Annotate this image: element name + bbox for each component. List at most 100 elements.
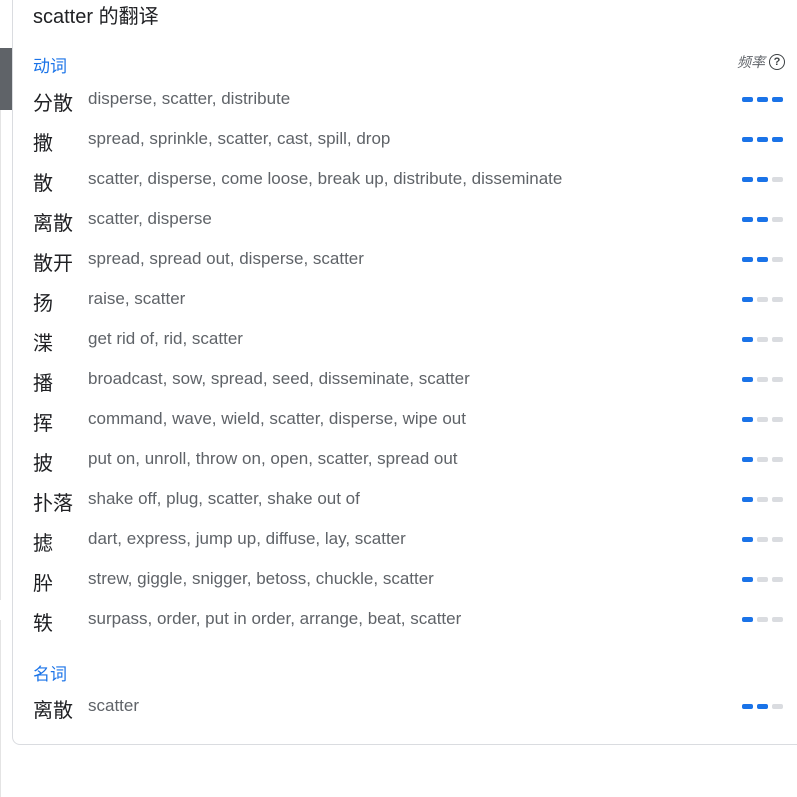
reverse-translations[interactable]: shake off, plug, scatter, shake out of — [88, 489, 360, 509]
translation-row[interactable]: 撒 spread, sprinkle, scatter, cast, spill,… — [0, 119, 797, 159]
frequency-bar — [742, 577, 753, 582]
source-word[interactable]: 播 — [33, 367, 53, 396]
frequency-bar — [772, 457, 783, 462]
frequency-bar — [757, 177, 768, 182]
reverse-translations[interactable]: scatter, disperse — [88, 209, 212, 229]
frequency-bar — [772, 297, 783, 302]
frequency-bar — [742, 704, 753, 709]
reverse-translations[interactable]: scatter, disperse, come loose, break up,… — [88, 169, 562, 189]
frequency-bar — [757, 257, 768, 262]
translation-row[interactable]: 播 broadcast, sow, spread, seed, dissemina… — [0, 359, 797, 399]
frequency-bar — [742, 377, 753, 382]
translation-row[interactable]: 离散 scatter — [0, 686, 797, 726]
translation-row[interactable]: 轶 surpass, order, put in order, arrange, … — [0, 599, 797, 639]
frequency-bar — [772, 577, 783, 582]
frequency-indicator — [742, 217, 783, 222]
frequency-bar — [757, 457, 768, 462]
frequency-bar — [742, 257, 753, 262]
frequency-bar — [742, 537, 753, 542]
frequency-label: 频率 — [737, 54, 765, 70]
source-word[interactable]: 分散 — [33, 87, 73, 116]
reverse-translations[interactable]: spread, sprinkle, scatter, cast, spill, … — [88, 129, 390, 149]
frequency-indicator — [742, 457, 783, 462]
source-word[interactable]: 散开 — [33, 247, 73, 276]
translations-title: scatter 的翻译 — [33, 6, 159, 28]
frequency-bar — [757, 704, 768, 709]
frequency-header: 频率 ? — [737, 52, 785, 72]
reverse-translations[interactable]: dart, express, jump up, diffuse, lay, sc… — [88, 529, 406, 549]
reverse-translations[interactable]: raise, scatter — [88, 289, 185, 309]
source-word[interactable]: 披 — [33, 447, 53, 476]
translation-row[interactable]: 渫 get rid of, rid, scatter — [0, 319, 797, 359]
frequency-bar — [772, 537, 783, 542]
reverse-translations[interactable]: command, wave, wield, scatter, disperse,… — [88, 409, 466, 429]
frequency-indicator — [742, 417, 783, 422]
frequency-bar — [772, 177, 783, 182]
help-icon[interactable]: ? — [769, 54, 785, 70]
frequency-indicator — [742, 537, 783, 542]
frequency-bar — [742, 497, 753, 502]
frequency-indicator — [742, 617, 783, 622]
frequency-indicator — [742, 377, 783, 382]
source-word[interactable]: 扬 — [33, 287, 53, 316]
frequency-bar — [772, 97, 783, 102]
frequency-indicator — [742, 497, 783, 502]
frequency-bar — [772, 704, 783, 709]
translation-row[interactable]: 离散 scatter, disperse — [0, 199, 797, 239]
frequency-bar — [772, 217, 783, 222]
frequency-bar — [757, 417, 768, 422]
frequency-bar — [772, 617, 783, 622]
pos-label: 名词 — [33, 665, 67, 684]
reverse-translations[interactable]: spread, spread out, disperse, scatter — [88, 249, 364, 269]
source-word[interactable]: 挥 — [33, 407, 53, 436]
pos-label: 动词 — [33, 57, 67, 76]
reverse-translations[interactable]: strew, giggle, snigger, betoss, chuckle,… — [88, 569, 434, 589]
source-word[interactable]: 离散 — [33, 694, 73, 723]
translation-row[interactable]: 散 scatter, disperse, come loose, break up… — [0, 159, 797, 199]
source-word[interactable]: 散 — [33, 167, 53, 196]
frequency-bar — [757, 337, 768, 342]
translation-row[interactable]: 披 put on, unroll, throw on, open, scatter… — [0, 439, 797, 479]
frequency-bar — [772, 417, 783, 422]
translation-row[interactable]: 挥 command, wave, wield, scatter, disperse… — [0, 399, 797, 439]
frequency-indicator — [742, 337, 783, 342]
frequency-bar — [742, 217, 753, 222]
reverse-translations[interactable]: surpass, order, put in order, arrange, b… — [88, 609, 461, 629]
frequency-bar — [772, 377, 783, 382]
frequency-bar — [772, 497, 783, 502]
reverse-translations[interactable]: broadcast, sow, spread, seed, disseminat… — [88, 369, 470, 389]
reverse-translations[interactable]: disperse, scatter, distribute — [88, 89, 290, 109]
reverse-translations[interactable]: get rid of, rid, scatter — [88, 329, 243, 349]
frequency-bar — [757, 297, 768, 302]
translation-row[interactable]: 分散 disperse, scatter, distribute — [0, 79, 797, 119]
reverse-translations[interactable]: put on, unroll, throw on, open, scatter,… — [88, 449, 458, 469]
source-word[interactable]: 渫 — [33, 327, 53, 356]
translation-row[interactable]: 摅 dart, express, jump up, diffuse, lay, s… — [0, 519, 797, 559]
frequency-bar — [742, 177, 753, 182]
translation-row[interactable]: 散开 spread, spread out, disperse, scatter — [0, 239, 797, 279]
frequency-bar — [757, 617, 768, 622]
source-word[interactable]: 肸 — [33, 567, 53, 596]
frequency-bar — [742, 457, 753, 462]
reverse-translations[interactable]: scatter — [88, 696, 139, 716]
frequency-indicator — [742, 137, 783, 142]
frequency-indicator — [742, 257, 783, 262]
frequency-bar — [772, 337, 783, 342]
frequency-indicator — [742, 97, 783, 102]
translation-row[interactable]: 扬 raise, scatter — [0, 279, 797, 319]
frequency-bar — [757, 537, 768, 542]
source-word[interactable]: 扑落 — [33, 487, 73, 516]
source-word[interactable]: 离散 — [33, 207, 73, 236]
translation-row[interactable]: 扑落 shake off, plug, scatter, shake out of — [0, 479, 797, 519]
frequency-bar — [757, 217, 768, 222]
source-word[interactable]: 摅 — [33, 527, 53, 556]
frequency-bar — [757, 97, 768, 102]
frequency-bar — [742, 337, 753, 342]
frequency-bar — [742, 97, 753, 102]
source-word[interactable]: 轶 — [33, 607, 53, 636]
frequency-indicator — [742, 297, 783, 302]
translation-row[interactable]: 肸 strew, giggle, snigger, betoss, chuckle… — [0, 559, 797, 599]
frequency-bar — [757, 137, 768, 142]
source-word[interactable]: 撒 — [33, 127, 53, 156]
frequency-bar — [757, 377, 768, 382]
